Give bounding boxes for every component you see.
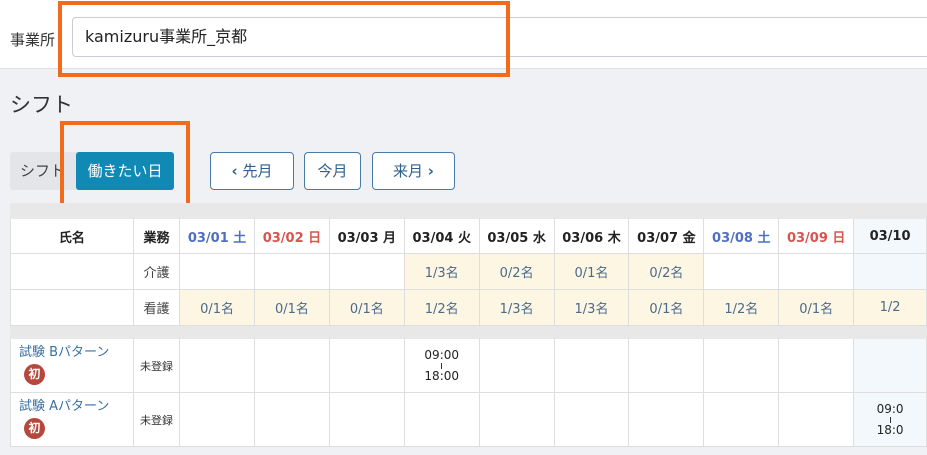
tab-highlight-box [60,121,190,214]
capacity-cell: 1/2名 [403,289,480,326]
chevron-right-icon: › [427,162,434,180]
current-month-label: 今月 [317,162,348,180]
capacity-role: 看護 [132,289,181,326]
first-time-badge: 初 [24,417,45,439]
date-header: 03/01 土 [179,218,255,254]
shift-end-time: 18:0 [876,422,904,437]
shift-cell[interactable] [778,392,855,447]
prev-month-label: 先月 [242,162,273,180]
column-header-role: 業務 [132,218,181,254]
registration-status: 未登録 [132,392,181,447]
shift-cell[interactable] [179,392,255,447]
shift-cell[interactable] [403,392,480,447]
next-month-label: 来月 [393,162,424,180]
page-title: シフト [10,93,73,117]
staff-name-cell: 試験 Aパターン 初 [10,392,134,447]
shift-cell[interactable] [254,338,330,393]
shift-cell[interactable] [478,338,555,393]
date-header: 03/08 土 [703,218,780,254]
column-header-name: 氏名 [10,218,134,254]
shift-cell[interactable] [628,392,705,447]
shift-cell[interactable] [553,392,630,447]
table-row: 試験 Aパターン 初 未登録 09:0 18:0 [10,392,927,447]
capacity-cell [179,253,255,290]
shift-cell[interactable] [853,338,927,393]
shift-cell[interactable] [703,392,780,447]
date-header: 03/07 金 [628,218,705,254]
prev-month-button[interactable]: ‹ 先月 [210,152,294,190]
date-header: 03/04 火 [403,218,480,254]
capacity-cell: 1/3名 [553,289,630,326]
capacity-cell [328,253,405,290]
capacity-cell: 1/2名 [703,289,780,326]
capacity-name-blank [10,289,134,326]
capacity-cell: 1/2 [853,289,927,326]
next-month-button[interactable]: 来月 › [372,152,455,190]
table-separator [10,325,927,339]
capacity-cell [254,253,330,290]
shift-table: 氏名 業務 03/01 土 03/02 日 03/03 月 03/04 火 03… [10,203,927,447]
shift-cell[interactable] [703,338,780,393]
office-label: 事業所 [10,31,56,49]
date-header: 03/05 水 [478,218,555,254]
office-highlight-box [58,1,510,77]
shift-end-time: 18:00 [424,368,460,383]
time-range-divider [441,362,443,369]
table-row: 試験 Bパターン 初 未登録 09:00 18:00 [10,338,927,393]
table-top-strip [10,203,927,219]
capacity-cell: 0/2名 [628,253,705,290]
capacity-role: 介護 [132,253,181,290]
capacity-cell: 1/3名 [403,253,480,290]
shift-cell[interactable] [628,338,705,393]
first-time-badge: 初 [24,363,45,385]
shift-cell[interactable] [478,392,555,447]
shift-cell[interactable]: 09:0 18:0 [853,392,927,447]
current-month-button[interactable]: 今月 [304,152,361,190]
capacity-cell [703,253,780,290]
capacity-cell: 0/1名 [778,289,855,326]
shift-cell[interactable] [553,338,630,393]
staff-name-cell: 試験 Bパターン 初 [10,338,134,393]
capacity-cell: 0/1名 [628,289,705,326]
time-range-divider [889,416,891,423]
capacity-cell [778,253,855,290]
date-header: 03/09 日 [778,218,855,254]
shift-cell[interactable] [778,338,855,393]
shift-cell[interactable]: 09:00 18:00 [403,338,480,393]
shift-start-time: 09:00 [424,347,460,362]
staff-name-link[interactable]: 試験 Aパターン [19,395,132,414]
capacity-row-care: 介護 1/3名 0/2名 0/1名 0/2名 [10,253,927,290]
shift-cell[interactable] [328,338,405,393]
date-header: 03/02 日 [254,218,330,254]
registration-status: 未登録 [132,338,181,393]
date-header: 03/10 [853,218,927,254]
capacity-cell: 0/2名 [478,253,555,290]
date-header: 03/06 木 [553,218,630,254]
shift-cell[interactable] [328,392,405,447]
capacity-name-blank [10,253,134,290]
table-header-row: 氏名 業務 03/01 土 03/02 日 03/03 月 03/04 火 03… [10,218,927,254]
staff-name-link[interactable]: 試験 Bパターン [19,341,132,360]
capacity-cell: 0/1名 [328,289,405,326]
shift-cell[interactable] [179,338,255,393]
date-header: 03/03 月 [328,218,405,254]
capacity-cell: 0/1名 [254,289,330,326]
shift-start-time: 09:0 [876,401,904,416]
shift-cell[interactable] [254,392,330,447]
capacity-cell: 1/3名 [478,289,555,326]
capacity-cell: 0/1名 [179,289,255,326]
capacity-cell: 0/1名 [553,253,630,290]
capacity-row-nursing: 看護 0/1名 0/1名 0/1名 1/2名 1/3名 1/3名 0/1名 1/… [10,289,927,326]
chevron-left-icon: ‹ [231,162,238,180]
capacity-cell [853,253,927,290]
